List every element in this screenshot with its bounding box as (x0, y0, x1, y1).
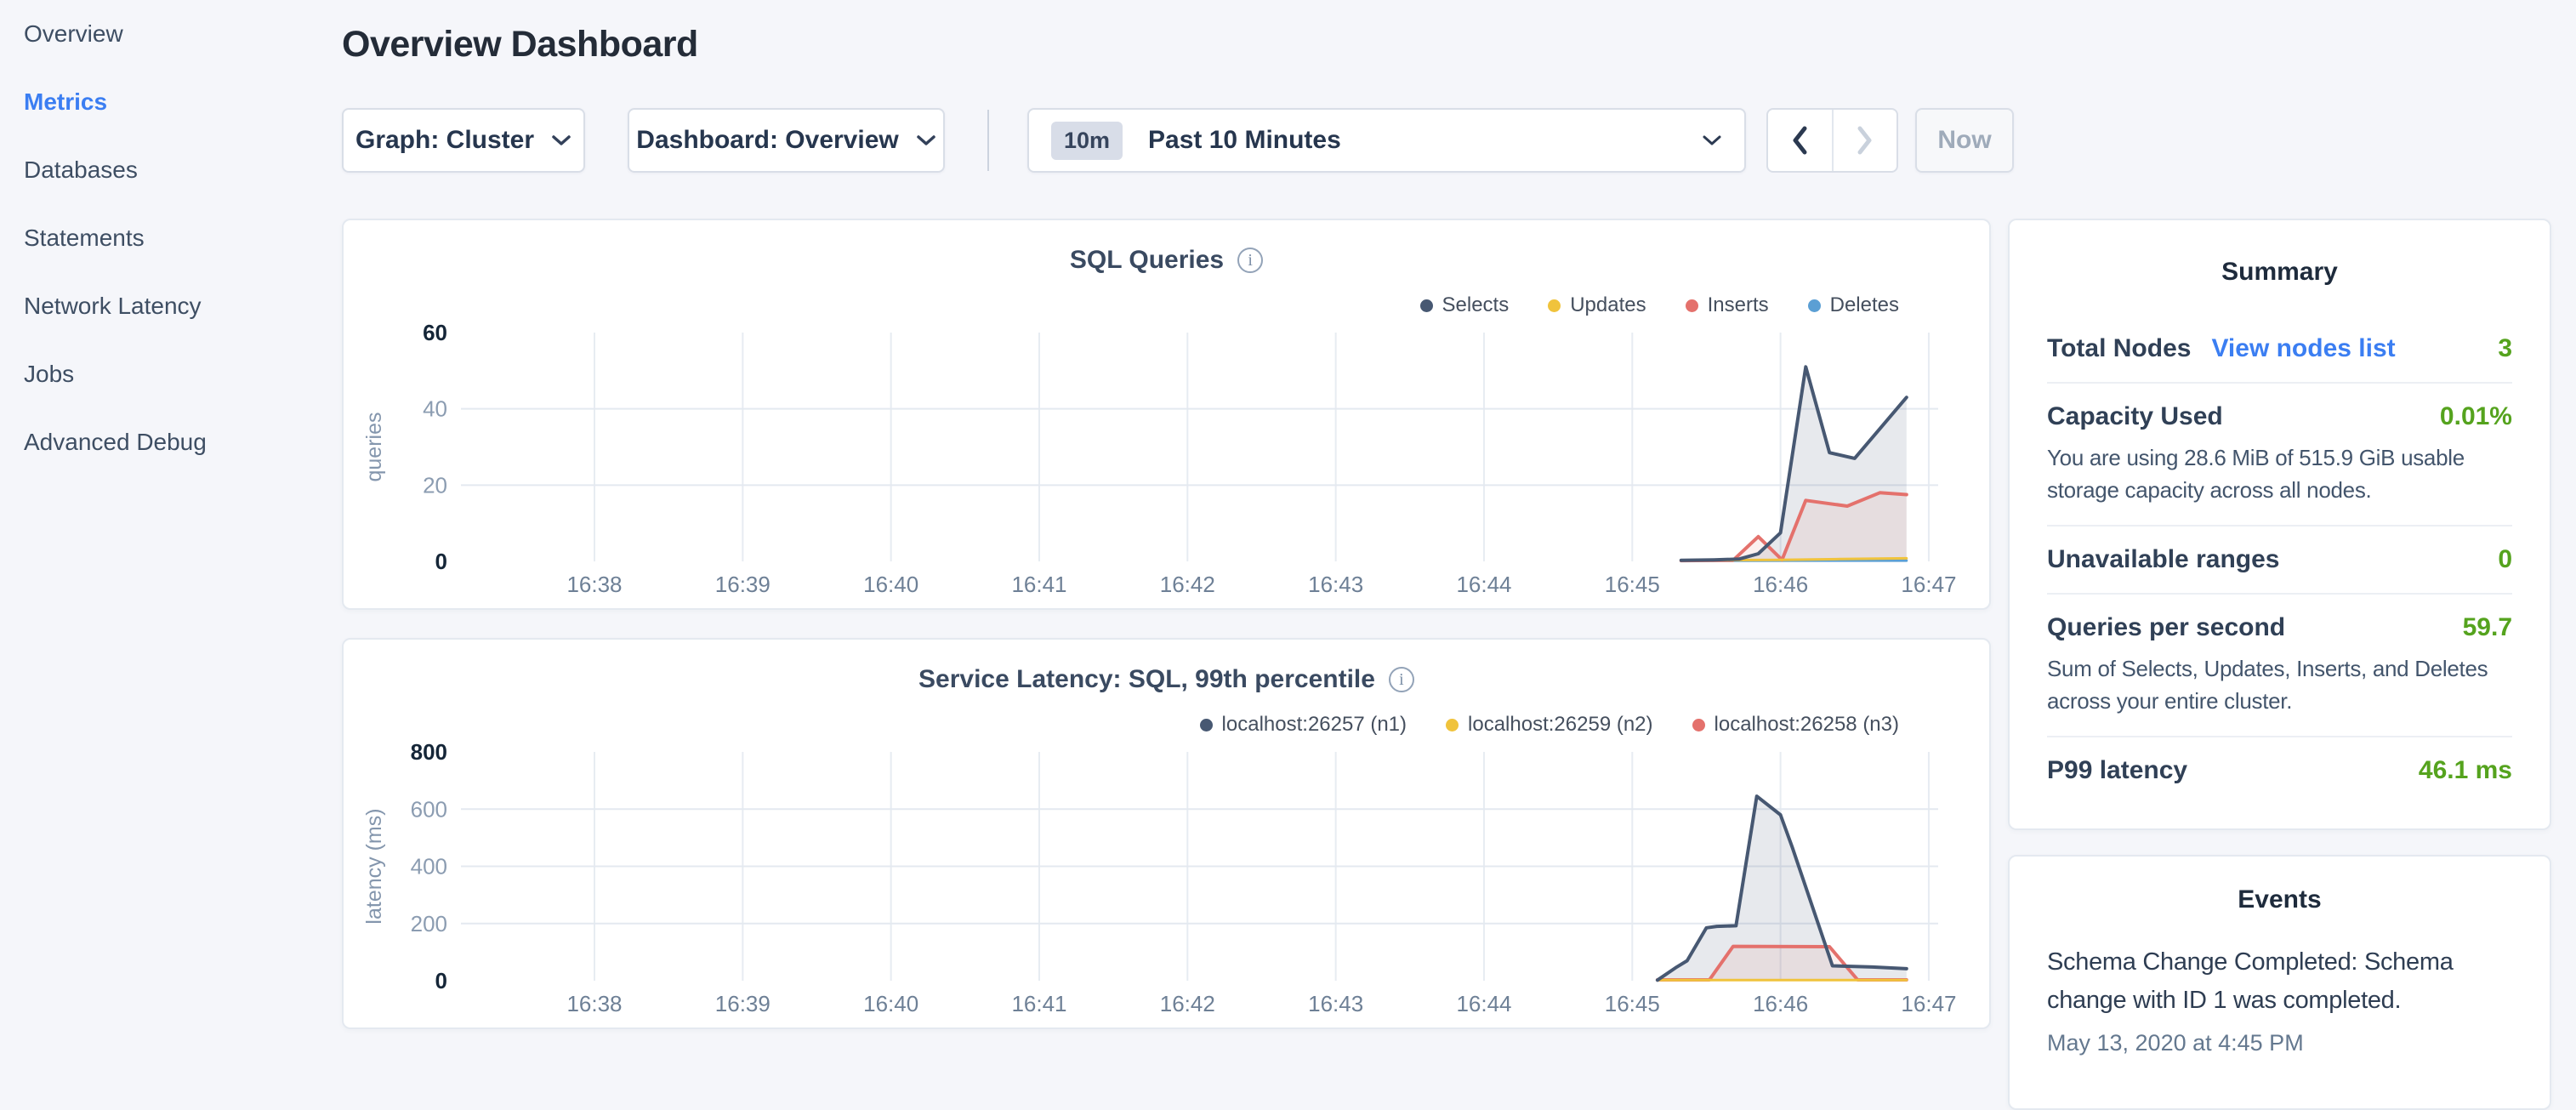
chevron-left-icon (1788, 123, 1811, 157)
time-range-label: Past 10 Minutes (1148, 126, 1702, 155)
svg-text:16:43: 16:43 (1308, 572, 1363, 597)
dashboard-select-label: Dashboard: Overview (636, 126, 898, 155)
svg-text:16:46: 16:46 (1753, 991, 1808, 1016)
summary-row-label: Queries per second (2047, 613, 2285, 642)
time-back-button[interactable] (1768, 110, 1832, 171)
sidebar-item-metrics[interactable]: Metrics (0, 68, 342, 136)
svg-text:16:40: 16:40 (863, 572, 918, 597)
summary-row-value: 59.7 (2463, 613, 2512, 642)
summary-row-total-nodes: Total Nodes View nodes list 3 (2047, 316, 2512, 382)
sidebar-item-databases[interactable]: Databases (0, 136, 342, 204)
event-text: Schema Change Completed: Schema change w… (2047, 943, 2494, 1020)
graph-select-label: Graph: Cluster (355, 126, 534, 155)
svg-text:16:41: 16:41 (1011, 572, 1066, 597)
sql-queries-chart[interactable]: 16:38 16:39 16:40 16:41 16:42 16:43 16:44 16:45… (344, 220, 1993, 612)
event-date: May 13, 2020 at 4:45 PM (2047, 1030, 2512, 1056)
svg-text:16:39: 16:39 (715, 572, 771, 597)
summary-row-subtext: Sum of Selects, Updates, Inserts, and De… (2047, 652, 2512, 717)
svg-text:400: 400 (411, 854, 447, 879)
service-latency-chart[interactable]: 16:38 16:39 16:40 16:41 16:42 16:43 16:44 16:45… (344, 640, 1993, 1031)
dashboard-select[interactable]: Dashboard: Overview (628, 108, 945, 173)
svg-text:0: 0 (435, 968, 447, 993)
summary-row-queries-per-second: Queries per second 59.7 Sum of Selects, Up… (2047, 593, 2512, 736)
controls-divider (987, 110, 989, 171)
summary-row-label: Total Nodes (2047, 334, 2191, 363)
svg-text:200: 200 (411, 911, 447, 936)
svg-text:16:47: 16:47 (1901, 572, 1956, 597)
svg-text:16:38: 16:38 (566, 991, 622, 1016)
svg-text:0: 0 (435, 549, 447, 574)
event-item: Schema Change Completed: Schema change w… (2047, 943, 2512, 1056)
sidebar: OverviewMetricsDatabasesStatementsNetwor… (0, 0, 342, 1051)
svg-text:20: 20 (423, 472, 447, 498)
svg-text:16:43: 16:43 (1308, 991, 1363, 1016)
summary-row-value: 46.1 ms (2419, 756, 2512, 785)
svg-text:16:42: 16:42 (1160, 572, 1215, 597)
svg-text:16:42: 16:42 (1160, 991, 1215, 1016)
summary-row-value: 0 (2498, 545, 2512, 574)
graph-select[interactable]: Graph: Cluster (342, 108, 585, 173)
svg-text:600: 600 (411, 796, 447, 822)
summary-row-value: 3 (2498, 334, 2512, 363)
sidebar-item-statements[interactable]: Statements (0, 204, 342, 272)
chevron-down-icon (551, 134, 571, 146)
chevron-down-icon (1702, 134, 1722, 146)
svg-text:16:45: 16:45 (1605, 991, 1660, 1016)
svg-text:40: 40 (423, 396, 447, 422)
svg-text:16:44: 16:44 (1456, 572, 1511, 597)
sidebar-item-network-latency[interactable]: Network Latency (0, 272, 342, 340)
service-latency-chart-card: Service Latency: SQL, 99th percentile i … (342, 638, 1991, 1029)
chevron-down-icon (916, 134, 936, 146)
summary-row-p99-latency: P99 latency 46.1 ms (2047, 736, 2512, 804)
svg-text:16:38: 16:38 (566, 572, 622, 597)
summary-row-value: 0.01% (2440, 402, 2512, 431)
time-range-select[interactable]: 10m Past 10 Minutes (1027, 108, 1746, 173)
summary-row-subtext: You are using 28.6 MiB of 515.9 GiB usab… (2047, 441, 2512, 506)
svg-text:16:41: 16:41 (1011, 991, 1066, 1016)
svg-text:60: 60 (423, 320, 447, 345)
app-root: { "sidebar": { "items": [ {"label": "Ove… (0, 0, 2576, 1051)
sidebar-item-overview[interactable]: Overview (0, 0, 342, 68)
page-title: Overview Dashboard (342, 20, 698, 68)
now-button[interactable]: Now (1915, 108, 2014, 173)
svg-text:16:45: 16:45 (1605, 572, 1660, 597)
chevron-right-icon (1854, 123, 1876, 157)
events-list: Schema Change Completed: Schema change w… (2047, 943, 2512, 1056)
summary-title: Summary (2047, 258, 2512, 287)
svg-text:16:39: 16:39 (715, 991, 771, 1016)
summary-rows: Total Nodes View nodes list 3 Capacity Used… (2047, 316, 2512, 804)
summary-panel: Summary Total Nodes View nodes list 3 Capac… (2008, 219, 2551, 830)
view-nodes-list-link[interactable]: View nodes list (2211, 334, 2395, 363)
summary-row-label: Capacity Used (2047, 402, 2223, 431)
svg-text:queries: queries (362, 413, 386, 482)
summary-row-capacity-used: Capacity Used 0.01% You are using 28.6 MiB… (2047, 382, 2512, 525)
svg-text:latency (ms): latency (ms) (362, 808, 386, 924)
sql-queries-chart-card: SQL Queries i SelectsUpdatesInsertsDelet… (342, 219, 1991, 610)
svg-text:16:47: 16:47 (1901, 991, 1956, 1016)
sidebar-item-jobs[interactable]: Jobs (0, 340, 342, 408)
time-forward-button[interactable] (1832, 110, 1897, 171)
time-range-badge: 10m (1051, 122, 1123, 160)
svg-text:16:44: 16:44 (1456, 991, 1511, 1016)
events-panel: Events Schema Change Completed: Schema c… (2008, 855, 2551, 1110)
svg-text:800: 800 (411, 739, 447, 765)
svg-text:16:40: 16:40 (863, 991, 918, 1016)
summary-row-unavailable-ranges: Unavailable ranges 0 (2047, 525, 2512, 593)
summary-row-label: Unavailable ranges (2047, 545, 2279, 574)
sidebar-item-advanced-debug[interactable]: Advanced Debug (0, 408, 342, 476)
events-title: Events (2047, 885, 2512, 914)
time-pager (1766, 108, 1898, 173)
summary-row-label: P99 latency (2047, 756, 2187, 785)
svg-text:16:46: 16:46 (1753, 572, 1808, 597)
